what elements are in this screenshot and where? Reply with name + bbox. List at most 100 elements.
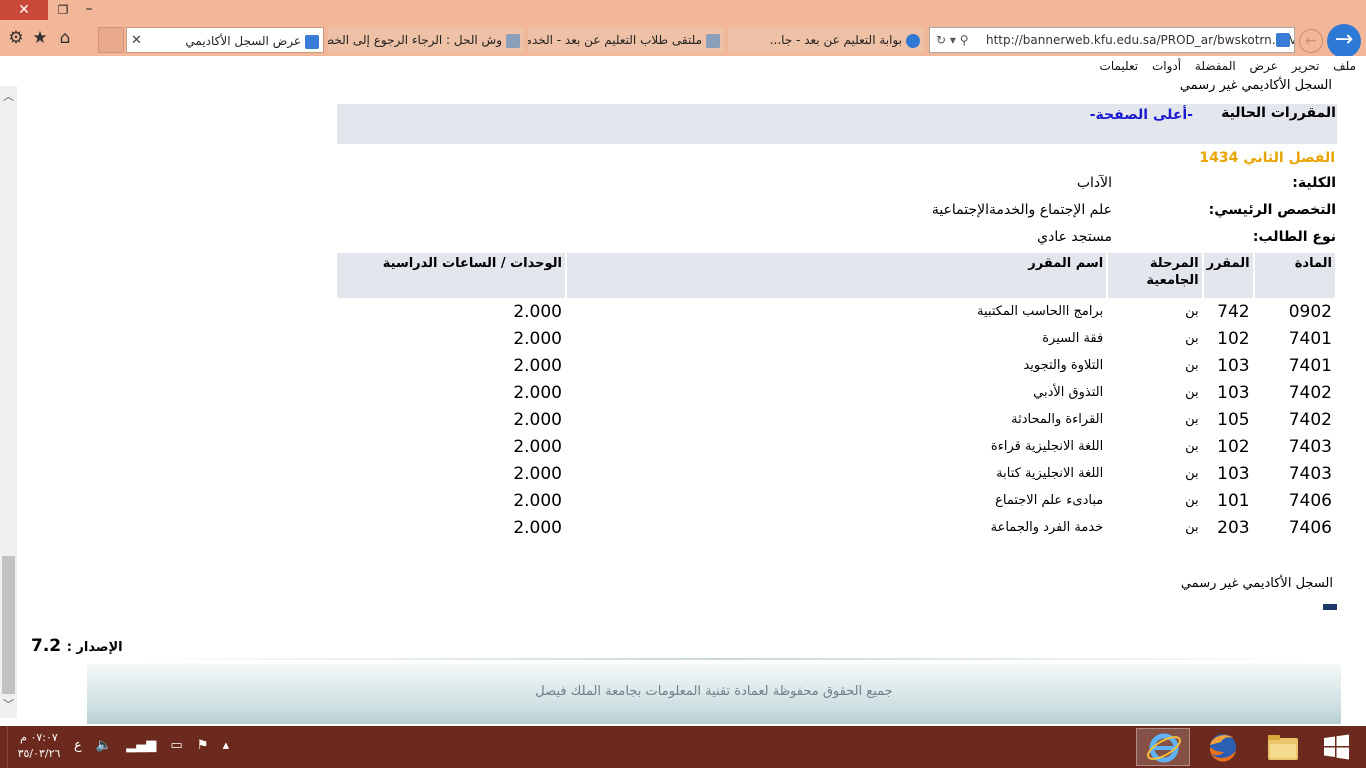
- table-row: 7402 105 بن القراءة والمحادثة 2.000: [337, 406, 1335, 433]
- windows-taskbar: ٠٧:٠٧ م ٣٥/٠٣/٢٦ ع 🔈 ▂▄▆ ▭ ⚑ ▴: [0, 726, 1366, 768]
- header-course-title: اسم المقرر: [567, 253, 1107, 298]
- taskbar-internet-explorer[interactable]: [1136, 728, 1190, 766]
- cell-course-title: مبادىء علم الاجتماع: [995, 493, 1104, 508]
- cell-course-title: فقة السيرة: [1042, 331, 1104, 346]
- tab-forum-2[interactable]: ملتقى طلاب التعليم عن بعد - الخدمات ال..…: [528, 27, 724, 53]
- tab-elearning-portal[interactable]: بوابة التعليم عن بعد - جا...: [728, 27, 924, 53]
- menu-tools[interactable]: أدوات: [1152, 56, 1181, 76]
- menu-edit[interactable]: تحرير: [1292, 56, 1320, 76]
- cell-subject: 7403: [1288, 436, 1332, 457]
- taskbar-firefox[interactable]: [1196, 728, 1250, 766]
- page-favicon-icon: [506, 33, 520, 48]
- courses-table: المادة المقرر المرحلة الجامعية اسم المقر…: [335, 253, 1337, 541]
- scroll-thumb[interactable]: [2, 556, 15, 694]
- action-center-flag-icon[interactable]: ⚑: [197, 738, 209, 753]
- clock-time: ٠٧:٠٧ م: [20, 731, 58, 744]
- table-row: 7402 103 بن التذوق الأدبي 2.000: [337, 379, 1335, 406]
- cell-subject: 7401: [1288, 328, 1332, 349]
- cell-course: 102: [1217, 328, 1250, 349]
- current-courses-heading: المقررات الحالية: [1221, 105, 1336, 121]
- close-tab-icon[interactable]: ✕: [131, 28, 142, 52]
- cell-units: 2.000: [513, 517, 562, 538]
- student-type-value: مستجد عادي: [1037, 229, 1112, 245]
- cell-units: 2.000: [513, 490, 562, 511]
- tab-forum-1[interactable]: وش الحل : الرجاء الرجوع إلى الخط...: [328, 27, 524, 53]
- cell-units: 2.000: [513, 382, 562, 403]
- tab-title: ملتقى طلاب التعليم عن بعد - الخدمات ال..…: [528, 33, 702, 47]
- forward-button[interactable]: →: [1327, 24, 1361, 58]
- footer-copyright: جميع الحقوق محفوظة لعمادة تقنية المعلوما…: [535, 684, 893, 699]
- show-desktop-button[interactable]: [0, 726, 8, 768]
- volume-icon[interactable]: 🔈: [96, 738, 112, 753]
- table-row: 7401 103 بن التلاوة والتجويد 2.000: [337, 352, 1335, 379]
- tools-gear-icon[interactable]: ⚙: [6, 28, 26, 48]
- cell-course: 742: [1217, 301, 1250, 322]
- cell-subject: 7406: [1288, 517, 1332, 538]
- table-row: 7403 103 بن اللغة الانجليزية كتابة 2.000: [337, 460, 1335, 487]
- top-of-page-link[interactable]: -أعلى الصفحة-: [1090, 107, 1193, 123]
- system-tray: ع 🔈 ▂▄▆ ▭ ⚑ ▴: [74, 738, 239, 753]
- window-minimize-button[interactable]: –: [78, 0, 100, 20]
- cell-subject: 7402: [1288, 382, 1332, 403]
- language-indicator[interactable]: ع: [74, 738, 82, 753]
- table-row: 0902 742 بن برامج االحاسب المكتبية 2.000: [337, 298, 1335, 325]
- cell-course: 203: [1217, 517, 1250, 538]
- version-number: 7.2: [31, 636, 62, 656]
- table-row: 7406 101 بن مبادىء علم الاجتماع 2.000: [337, 487, 1335, 514]
- menu-view[interactable]: عرض: [1250, 56, 1278, 76]
- favorites-star-icon[interactable]: ★: [30, 28, 50, 48]
- cell-units: 2.000: [513, 355, 562, 376]
- taskbar-file-explorer[interactable]: [1256, 728, 1310, 766]
- table-row: 7406 203 بن خدمة الفرد والجماعة 2.000: [337, 514, 1335, 541]
- address-bar[interactable]: ↻ ▾ ⚲ http://bannerweb.kfu.edu.sa/PROD_a…: [929, 27, 1295, 53]
- tab-title: عرض السجل الأكاديمي: [185, 34, 301, 48]
- power-icon[interactable]: ▭: [170, 738, 182, 753]
- cell-subject: 7402: [1288, 409, 1332, 430]
- folder-icon: [1268, 735, 1298, 760]
- network-icon[interactable]: ▂▄▆: [126, 738, 156, 753]
- start-button[interactable]: [1316, 732, 1356, 762]
- major-value: علم الإجتماع والخدمةالإجتماعية: [931, 202, 1112, 218]
- menu-help[interactable]: تعليمات: [1100, 56, 1139, 76]
- refresh-search-icons[interactable]: ↻ ▾ ⚲: [936, 28, 969, 52]
- tab-title: بوابة التعليم عن بعد - جا...: [769, 33, 902, 47]
- back-button[interactable]: ←: [1299, 29, 1323, 53]
- show-hidden-icons-icon[interactable]: ▴: [223, 738, 230, 753]
- menu-favorites[interactable]: المفضلة: [1195, 56, 1236, 76]
- page-bottom-title: السجل الأكاديمي غير رسمي: [1180, 576, 1333, 591]
- footer-divider: [137, 658, 1307, 660]
- cell-level: بن: [1185, 520, 1199, 535]
- scroll-up-icon[interactable]: ︿: [0, 86, 17, 108]
- version-info: الإصدار : 7.2: [31, 636, 123, 656]
- cell-units: 2.000: [513, 301, 562, 322]
- cell-course: 101: [1217, 490, 1250, 511]
- cell-subject: 7406: [1288, 490, 1332, 511]
- cell-course: 103: [1217, 463, 1250, 484]
- cell-units: 2.000: [513, 436, 562, 457]
- cell-subject: 7401: [1288, 355, 1332, 376]
- tab-academic-record[interactable]: عرض السجل الأكاديمي ✕: [126, 27, 324, 53]
- cell-level: بن: [1185, 385, 1199, 400]
- cell-level: بن: [1185, 304, 1199, 319]
- address-url[interactable]: http://bannerweb.kfu.edu.sa/PROD_ar/bwsk…: [986, 28, 1294, 52]
- cell-units: 2.000: [513, 463, 562, 484]
- system-clock[interactable]: ٠٧:٠٧ م ٣٥/٠٣/٢٦: [14, 730, 64, 762]
- cell-level: بن: [1185, 358, 1199, 373]
- courses-body: 0902 742 بن برامج االحاسب المكتبية 2.000 7401…: [337, 298, 1335, 541]
- menu-bar: ملف تحرير عرض المفضلة أدوات تعليمات: [0, 56, 1366, 76]
- site-favicon-icon: [1276, 33, 1290, 47]
- window-restore-button[interactable]: ❐: [52, 0, 74, 20]
- scroll-down-icon[interactable]: ﹀: [0, 694, 17, 716]
- new-tab-button[interactable]: [98, 27, 124, 53]
- cell-level: بن: [1185, 412, 1199, 427]
- college-label: الكلية:: [1292, 175, 1336, 191]
- ie-favicon-icon: [906, 33, 920, 48]
- cell-subject: 0902: [1288, 301, 1332, 322]
- home-icon[interactable]: ⌂: [55, 28, 75, 48]
- browser-chrome: ✕ ❐ – ⚙ ★ ⌂ عرض السجل الأكاديمي ✕ وش الح…: [0, 0, 1366, 58]
- window-close-button[interactable]: ✕: [0, 0, 48, 20]
- cell-units: 2.000: [513, 328, 562, 349]
- bottom-marker: [1323, 604, 1337, 610]
- menu-file[interactable]: ملف: [1333, 56, 1356, 76]
- vertical-scrollbar[interactable]: ︿ ﹀: [0, 86, 17, 718]
